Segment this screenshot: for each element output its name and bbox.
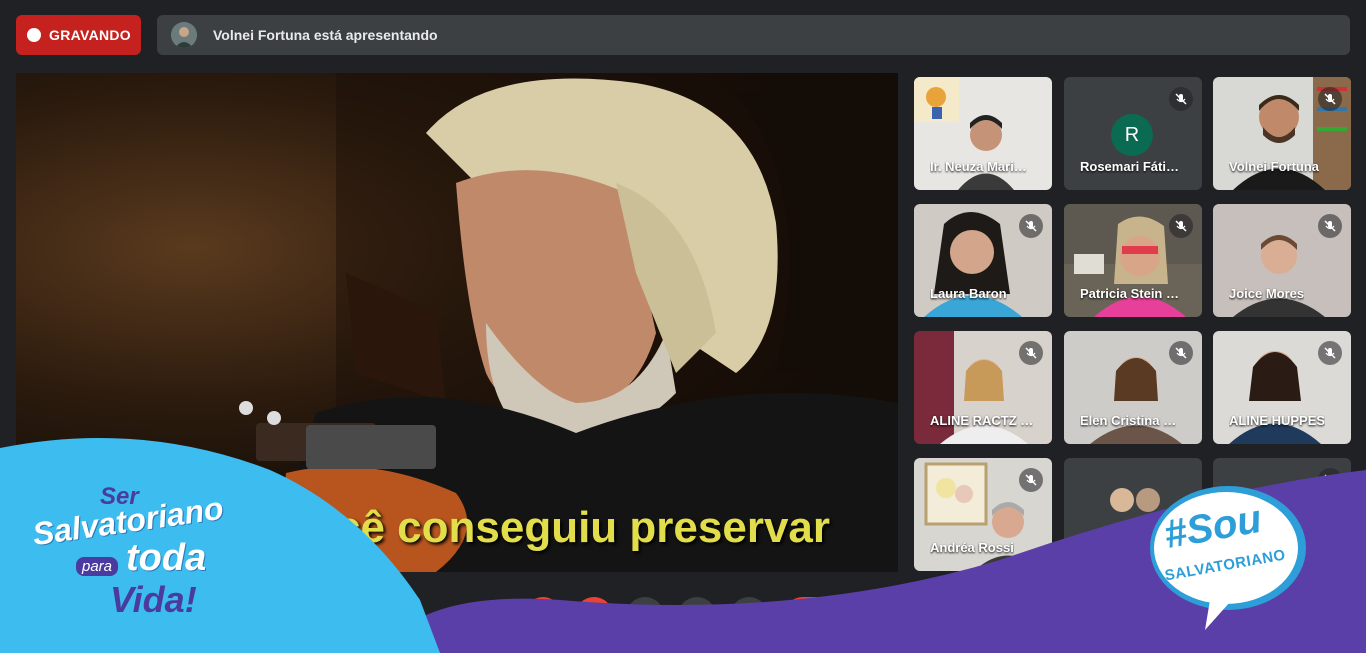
right-logo-hashtag: #Sou — [1160, 496, 1265, 558]
left-logo-para: para — [76, 557, 119, 576]
right-logo: #Sou SALVATORIANO — [1158, 497, 1298, 595]
left-logo-toda: toda — [126, 537, 207, 579]
left-logo: Ser Salvatoriano para toda Vida! — [28, 483, 288, 633]
left-logo-vida: Vida! — [110, 579, 197, 620]
